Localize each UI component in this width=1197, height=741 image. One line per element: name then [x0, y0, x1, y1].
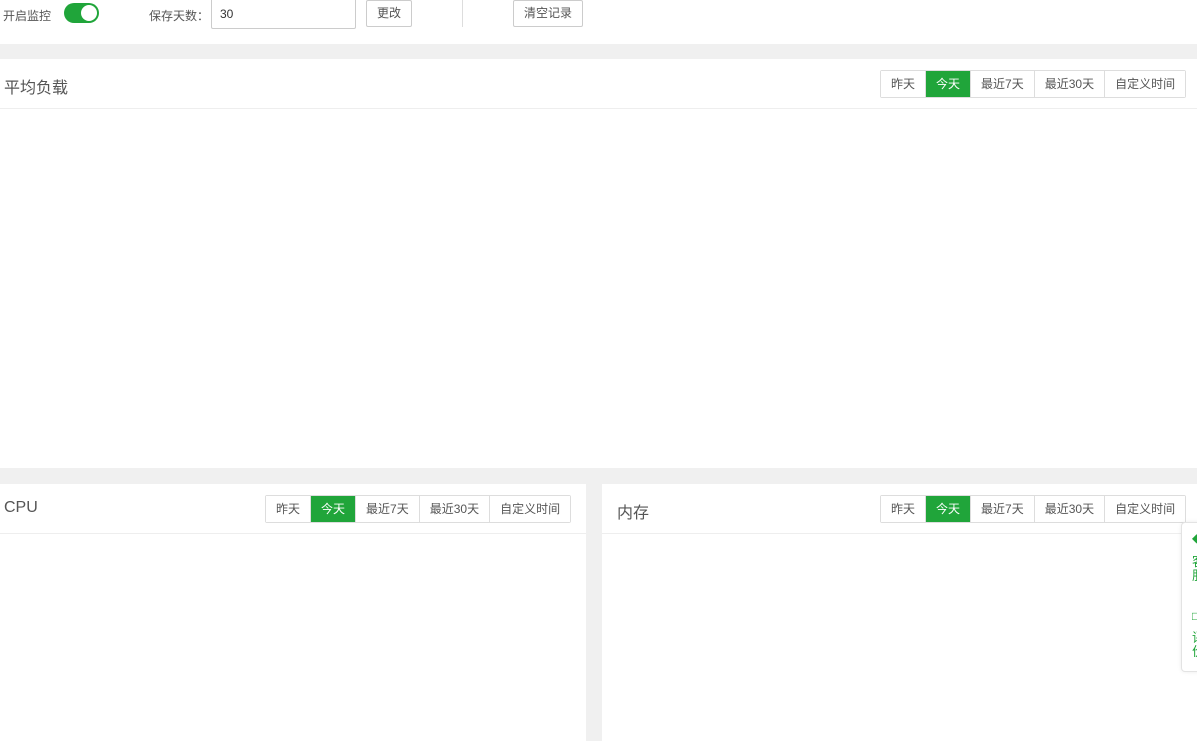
change-button[interactable]: 更改: [366, 0, 412, 27]
toggle-knob: [81, 5, 97, 21]
range-custom-button[interactable]: 自定义时间: [1104, 71, 1186, 97]
panel-header: 平均负载 昨天 今天 最近7天 最近30天 自定义时间: [0, 59, 1197, 109]
service-text: 客服: [1192, 555, 1197, 583]
feedback-text: 评价: [1192, 631, 1197, 659]
panel-title: 平均负载: [4, 80, 69, 97]
monitor-label: 开启监控: [3, 9, 52, 23]
range-7days-button[interactable]: 最近7天: [970, 496, 1034, 522]
range-30days-button[interactable]: 最近30天: [1033, 71, 1105, 97]
cpu-panel: CPU 昨天 今天 最近7天 最近30天 自定义时间: [0, 484, 586, 741]
range-yesterday-button[interactable]: 昨天: [881, 71, 926, 97]
memory-time-range-group: 昨天 今天 最近7天 最近30天 自定义时间: [880, 495, 1187, 523]
cpu-chart-area: [0, 535, 586, 741]
toolbar-divider: [462, 0, 463, 27]
memory-panel: 内存 昨天 今天 最近7天 最近30天 自定义时间: [602, 484, 1197, 741]
range-today-button[interactable]: 今天: [925, 496, 971, 522]
memory-chart-area: [602, 535, 1197, 741]
range-custom-button[interactable]: 自定义时间: [489, 496, 571, 522]
cpu-time-range-group: 昨天 今天 最近7天 最近30天 自定义时间: [265, 495, 572, 523]
headset-icon: ◆: [1192, 531, 1197, 545]
range-today-button[interactable]: 今天: [925, 71, 971, 97]
range-7days-button[interactable]: 最近7天: [355, 496, 419, 522]
panel-title: 内存: [617, 505, 650, 522]
range-yesterday-button[interactable]: 昨天: [881, 496, 926, 522]
panel-header: 内存 昨天 今天 最近7天 最近30天 自定义时间: [602, 484, 1197, 534]
monitor-toolbar: 开启监控 保存天数： 更改 清空记录: [0, 0, 1197, 44]
feedback-icon: □: [1192, 609, 1197, 623]
floating-service-widget[interactable]: ◆ 客服 □ 评价: [1181, 522, 1197, 672]
range-30days-button[interactable]: 最近30天: [418, 496, 490, 522]
range-30days-button[interactable]: 最近30天: [1033, 496, 1105, 522]
load-time-range-group: 昨天 今天 最近7天 最近30天 自定义时间: [880, 70, 1187, 98]
range-yesterday-button[interactable]: 昨天: [266, 496, 311, 522]
range-custom-button[interactable]: 自定义时间: [1104, 496, 1186, 522]
load-average-panel: 平均负载 昨天 今天 最近7天 最近30天 自定义时间: [0, 59, 1197, 468]
range-today-button[interactable]: 今天: [310, 496, 356, 522]
clear-records-button[interactable]: 清空记录: [513, 0, 583, 27]
panel-header: CPU 昨天 今天 最近7天 最近30天 自定义时间: [0, 484, 586, 534]
monitor-toggle[interactable]: [64, 3, 99, 23]
panel-title: CPU: [4, 499, 38, 516]
retention-days-input[interactable]: [211, 0, 356, 29]
retention-days-label: 保存天数：: [149, 9, 210, 23]
range-7days-button[interactable]: 最近7天: [970, 71, 1034, 97]
load-chart-area: [0, 110, 1197, 468]
